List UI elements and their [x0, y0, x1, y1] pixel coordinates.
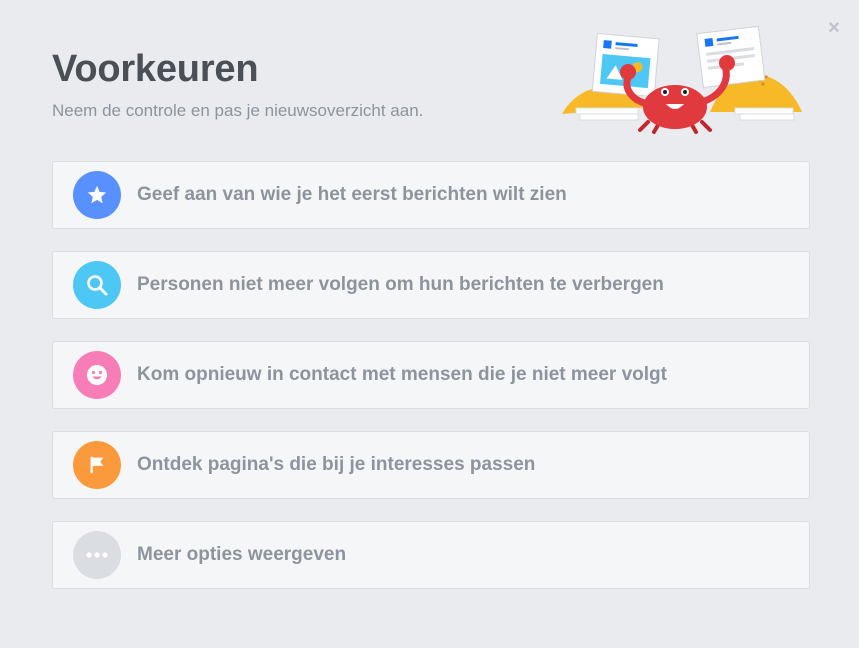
page-subtitle: Neem de controle en pas je nieuwsoverzic… [52, 101, 424, 120]
option-label: Meer opties weergeven [137, 544, 347, 565]
flag-icon [73, 441, 121, 489]
options-list: Geef aan van wie je het eerst berichten … [52, 161, 810, 611]
smiley-icon [73, 351, 121, 399]
option-label: Personen niet meer volgen om hun bericht… [137, 274, 664, 295]
close-icon: × [828, 17, 840, 39]
option-label: Kom opnieuw in contact met mensen die je… [137, 364, 667, 385]
dialog-header: Voorkeuren Neem de controle en pas je ni… [52, 48, 423, 121]
option-more[interactable]: Meer opties weergeven [52, 521, 810, 589]
option-unfollow[interactable]: Personen niet meer volgen om hun bericht… [52, 251, 810, 319]
search-icon [73, 261, 121, 309]
close-button[interactable]: × [825, 17, 843, 39]
more-icon [73, 531, 121, 579]
star-icon [73, 171, 121, 219]
page-title: Voorkeuren [52, 48, 259, 90]
option-label: Ontdek pagina's die bij je interesses pa… [137, 454, 536, 475]
option-reconnect[interactable]: Kom opnieuw in contact met mensen die je… [52, 341, 810, 409]
option-see-first[interactable]: Geef aan van wie je het eerst berichten … [52, 161, 810, 229]
crab-illustration [562, 25, 802, 134]
option-discover-pages[interactable]: Ontdek pagina's die bij je interesses pa… [52, 431, 810, 499]
option-label: Geef aan van wie je het eerst berichten … [137, 184, 567, 205]
